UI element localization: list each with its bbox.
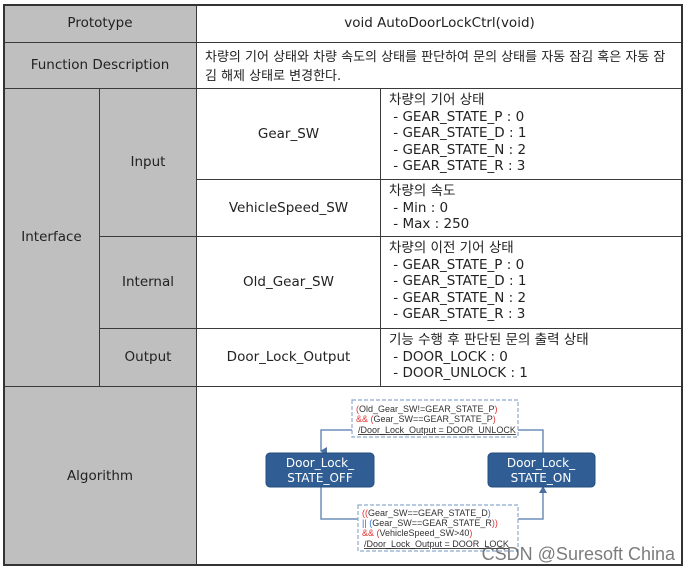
paren-blue: ) <box>488 508 491 518</box>
input-row-desc: 차량의 기어 상태 - GEAR_STATE_P : 0 - GEAR_STAT… <box>380 88 683 180</box>
state-off-line2: STATE_OFF <box>287 471 353 485</box>
internal-group-label: Internal <box>99 236 197 329</box>
old-gear-sw-desc-item: - GEAR_STATE_N : 2 <box>389 289 527 306</box>
prototype-value: void AutoDoorLockCtrl(void) <box>196 4 683 43</box>
output-group-label-text: Output <box>124 349 172 365</box>
condition-to-off-action: /Door_Lock_Output = DOOR_UNLOCK <box>358 425 516 435</box>
condition-text: Gear_SW==GEAR_STATE_R <box>372 518 492 528</box>
old-gear-sw-desc-title: 차량의 이전 기어 상태 <box>389 240 514 256</box>
paren-red: ) <box>493 414 496 424</box>
input-group-label-text: Input <box>130 154 166 170</box>
paren-red: ) <box>494 404 497 414</box>
internal-group-label-text: Internal <box>121 274 175 290</box>
internal-row-name: Old_Gear_SW <box>196 236 381 329</box>
condition-text: Gear_SW==GEAR_STATE_P <box>374 414 493 424</box>
watermark: CSDN @Suresoft China <box>481 544 675 564</box>
interface-label-text: Interface <box>21 229 82 245</box>
connector-off-to-condition-bottom <box>320 487 358 520</box>
function-description-label-text: Function Description <box>30 57 170 73</box>
vehicle-speed-sw-name: VehicleSpeed_SW <box>228 199 349 216</box>
condition-to-off-line1: (Old_Gear_SW!=GEAR_STATE_P) <box>356 404 497 414</box>
paren-red: )) <box>492 518 498 528</box>
door-lock-output-desc-title: 기능 수행 후 판단된 문의 출력 상태 <box>389 332 589 348</box>
prototype-value-text: void AutoDoorLockCtrl(void) <box>344 15 535 31</box>
prototype-label-text: Prototype <box>67 15 133 31</box>
door-lock-output-desc-item: - DOOR_UNLOCK : 1 <box>389 365 528 381</box>
gear-sw-desc-item: - GEAR_STATE_P : 0 <box>389 108 525 125</box>
state-on-line1: Door_Lock_ <box>507 456 576 470</box>
input-row-name: Gear_SW <box>196 88 381 180</box>
vehicle-speed-desc-item: - Min : 0 <box>389 199 449 216</box>
gear-sw-desc-title: 차량의 기어 상태 <box>389 92 485 108</box>
condition-to-on-line1: ((Gear_SW==GEAR_STATE_D) <box>362 508 491 518</box>
input-row-name: VehicleSpeed_SW <box>196 179 381 237</box>
interface-label: Interface <box>3 88 100 387</box>
state-diagram: (Old_Gear_SW!=GEAR_STATE_P) && (Gear_SW=… <box>265 399 596 552</box>
output-row-name: Door_Lock_Output <box>196 328 381 387</box>
condition-to-on-line3: && (VehicleSpeed_SW>40) <box>362 528 472 538</box>
gear-sw-desc-item: - GEAR_STATE_D : 1 <box>389 125 527 141</box>
condition-text: Gear_SW==GEAR_STATE_D <box>368 508 488 518</box>
state-on-line2: STATE_ON <box>511 471 572 485</box>
vehicle-speed-desc-title: 차량의 속도 <box>389 183 456 199</box>
gear-sw-desc-item: - GEAR_STATE_R : 3 <box>389 158 526 174</box>
input-group-label: Input <box>99 88 197 237</box>
prototype-label: Prototype <box>3 4 197 43</box>
state-off-line1: Door_Lock_ <box>286 456 355 470</box>
function-description-value: 차량의 기어 상태와 차량 속도의 상태를 판단하여 문의 상태를 자동 잠김 … <box>196 42 683 89</box>
input-row-desc: 차량의 속도 - Min : 0 - Max : 250 <box>380 179 683 237</box>
old-gear-sw-desc-item: - GEAR_STATE_D : 1 <box>389 273 527 289</box>
function-description-value-text: 차량의 기어 상태와 차량 속도의 상태를 판단하여 문의 상태를 자동 잠김 … <box>205 50 666 84</box>
door-lock-output-desc-item: - DOOR_LOCK : 0 <box>389 348 508 365</box>
vehicle-speed-desc-item: - Max : 250 <box>389 216 470 232</box>
old-gear-sw-name: Old_Gear_SW <box>243 274 334 290</box>
connector-condition-bottom-to-on <box>518 490 544 520</box>
gear-sw-desc-item: - GEAR_STATE_N : 2 <box>389 141 527 158</box>
gear-sw-name: Gear_SW <box>257 125 320 142</box>
condition-text: VehicleSpeed_SW>40 <box>380 528 470 538</box>
condition-to-off-line2: && (Gear_SW==GEAR_STATE_P) <box>356 414 496 424</box>
connector-condition-top-to-off <box>320 429 352 455</box>
function-description-label: Function Description <box>3 42 197 89</box>
algorithm-label-text: Algorithm <box>66 467 134 484</box>
operator-and: && <box>356 414 368 424</box>
old-gear-sw-desc-item: - GEAR_STATE_P : 0 <box>389 256 525 273</box>
output-group-label: Output <box>99 328 197 387</box>
connector-on-to-condition-top <box>518 429 544 453</box>
condition-text: Old_Gear_SW!=GEAR_STATE_P <box>359 404 494 414</box>
algorithm-label: Algorithm <box>3 386 197 566</box>
output-row-desc: 기능 수행 후 판단된 문의 출력 상태 - DOOR_LOCK : 0 - D… <box>380 328 683 387</box>
internal-row-desc: 차량의 이전 기어 상태 - GEAR_STATE_P : 0 - GEAR_S… <box>380 236 683 329</box>
paren-red: ) <box>469 528 472 538</box>
old-gear-sw-desc-item: - GEAR_STATE_R : 3 <box>389 306 526 322</box>
condition-to-on-line2: || (Gear_SW==GEAR_STATE_R)) <box>362 518 498 528</box>
door-lock-output-name: Door_Lock_Output <box>226 349 351 365</box>
operator-and: && <box>362 528 374 538</box>
